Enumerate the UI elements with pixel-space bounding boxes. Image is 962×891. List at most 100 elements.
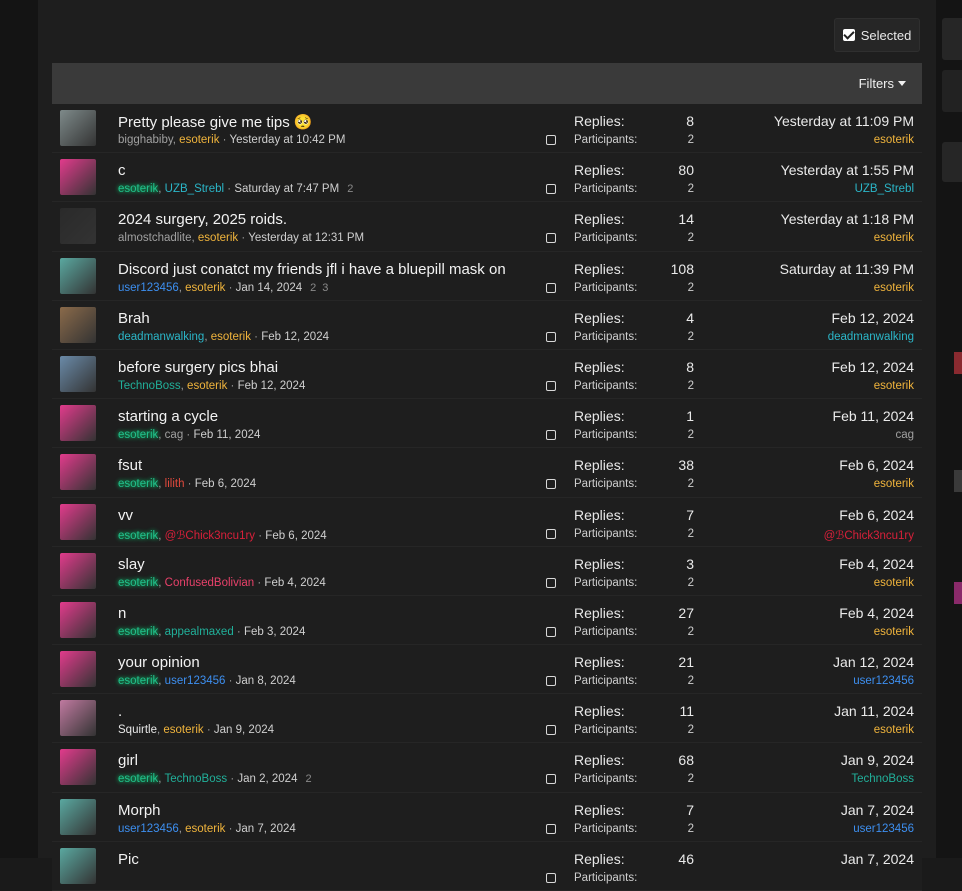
thread-title[interactable]: vv	[118, 507, 133, 524]
participant-username[interactable]: esoterik	[163, 724, 203, 736]
avatar[interactable]	[60, 454, 96, 491]
thread-title[interactable]: girl	[118, 752, 138, 769]
thread-date[interactable]: Feb 12, 2024	[238, 380, 306, 392]
thread-row[interactable]: your opinion esoterik, user123456 · Jan 8…	[52, 645, 922, 695]
last-post-username[interactable]: @ℬChick3ncu1ry	[824, 528, 914, 542]
thread-date[interactable]: Feb 6, 2024	[265, 530, 326, 542]
participant-username[interactable]: esoterik	[185, 282, 225, 294]
avatar[interactable]	[60, 651, 96, 688]
starter-username[interactable]: user123456	[118, 823, 179, 835]
last-post-date[interactable]: Yesterday at 1:55 PM	[781, 162, 914, 178]
thread-date[interactable]: Yesterday at 10:42 PM	[229, 134, 345, 146]
thread-date[interactable]: Feb 11, 2024	[193, 429, 260, 441]
thread-row[interactable]: n esoterik, appealmaxed · Feb 3, 2024 Repl…	[52, 595, 922, 646]
last-post-date[interactable]: Feb 12, 2024	[831, 310, 914, 326]
last-post-username[interactable]: esoterik	[874, 134, 914, 146]
last-post-date[interactable]: Feb 11, 2024	[833, 408, 914, 424]
thread-date[interactable]: Saturday at 7:47 PM	[234, 183, 339, 195]
last-post-date[interactable]: Feb 4, 2024	[839, 605, 914, 621]
thread-row[interactable]: fsut esoterik, lilith · Feb 6, 2024 Replie…	[52, 448, 922, 498]
select-checkbox[interactable]	[546, 725, 556, 736]
avatar[interactable]	[60, 159, 96, 196]
last-post-date[interactable]: Jan 7, 2024	[841, 851, 914, 867]
participant-username[interactable]: ConfusedBolivian	[165, 577, 255, 589]
thread-date[interactable]: Jan 14, 2024	[236, 282, 303, 294]
participant-username[interactable]: esoterik	[187, 380, 227, 392]
thread-row[interactable]: c esoterik, UZB_Strebl · Saturday at 7:47…	[52, 153, 922, 203]
select-checkbox[interactable]	[546, 233, 556, 244]
last-post-username[interactable]: user123456	[853, 675, 914, 687]
last-post-username[interactable]: esoterik	[874, 282, 914, 294]
thread-date[interactable]: Feb 12, 2024	[261, 331, 329, 343]
starter-username[interactable]: Squirtle	[118, 724, 157, 736]
participant-username[interactable]: esoterik	[179, 134, 219, 146]
last-post-date[interactable]: Yesterday at 1:18 PM	[781, 211, 914, 227]
page-link[interactable]: 3	[322, 282, 328, 294]
participant-username[interactable]: appealmaxed	[165, 626, 234, 638]
last-post-date[interactable]: Saturday at 11:39 PM	[780, 261, 914, 277]
avatar[interactable]	[60, 355, 96, 392]
starter-username[interactable]: esoterik	[118, 675, 158, 687]
thread-title[interactable]: c	[118, 162, 126, 179]
thread-row[interactable]: Brah deadmanwalking, esoterik · Feb 12, 2…	[52, 300, 922, 350]
thread-date[interactable]: Feb 4, 2024	[264, 577, 325, 589]
select-checkbox[interactable]	[546, 626, 556, 637]
thread-row[interactable]: Discord just conatct my friends jfl i ha…	[52, 251, 922, 301]
thread-row[interactable]: Pic Replies: 46 Participants: Jan 7, 2024	[52, 841, 922, 891]
starter-username[interactable]: deadmanwalking	[118, 331, 204, 343]
last-post-date[interactable]: Feb 4, 2024	[839, 556, 914, 572]
starter-username[interactable]: esoterik	[118, 429, 158, 441]
participant-username[interactable]: esoterik	[198, 232, 238, 244]
select-checkbox[interactable]	[546, 282, 556, 293]
participant-username[interactable]: esoterik	[211, 331, 251, 343]
thread-date[interactable]: Feb 6, 2024	[195, 478, 256, 490]
last-post-username[interactable]: esoterik	[874, 724, 914, 736]
select-checkbox[interactable]	[546, 135, 556, 145]
avatar[interactable]	[60, 552, 96, 589]
participant-username[interactable]: cag	[165, 429, 184, 441]
thread-date[interactable]: Yesterday at 12:31 PM	[248, 232, 364, 244]
thread-row[interactable]: before surgery pics bhai TechnoBoss, esot…	[52, 349, 922, 400]
select-checkbox[interactable]	[546, 577, 556, 588]
thread-row[interactable]: girl esoterik, TechnoBoss · Jan 2, 2024 2 R…	[52, 743, 922, 793]
thread-title[interactable]: slay	[118, 556, 145, 573]
starter-username[interactable]: esoterik	[118, 478, 158, 490]
thread-title[interactable]: your opinion	[118, 654, 200, 671]
avatar[interactable]	[60, 110, 96, 146]
starter-username[interactable]: TechnoBoss	[118, 380, 181, 392]
last-post-date[interactable]: Jan 7, 2024	[841, 802, 914, 818]
thread-title[interactable]: Discord just conatct my friends jfl i ha…	[118, 261, 506, 278]
thread-title[interactable]: starting a cycle	[118, 408, 218, 425]
last-post-date[interactable]: Feb 6, 2024	[839, 457, 914, 473]
thread-row[interactable]: vv esoterik, @ℬChick3ncu1ry · Feb 6, 2024…	[52, 497, 922, 547]
last-post-username[interactable]: esoterik	[874, 577, 914, 589]
last-post-date[interactable]: Jan 9, 2024	[841, 752, 914, 768]
participant-username[interactable]: UZB_Strebl	[165, 183, 224, 195]
last-post-username[interactable]: user123456	[853, 823, 914, 835]
starter-username[interactable]: esoterik	[118, 183, 158, 195]
thread-row[interactable]: Pretty please give me tips 🥺 bigghabiby, …	[52, 104, 922, 154]
starter-username[interactable]: user123456	[118, 282, 179, 294]
last-post-username[interactable]: esoterik	[874, 478, 914, 490]
starter-username[interactable]: esoterik	[118, 773, 158, 785]
participant-username[interactable]: esoterik	[185, 823, 225, 835]
participant-username[interactable]: TechnoBoss	[164, 773, 227, 785]
last-post-username[interactable]: UZB_Strebl	[855, 183, 914, 195]
avatar[interactable]	[60, 208, 96, 245]
avatar[interactable]	[60, 405, 96, 442]
thread-title[interactable]: Pretty please give me tips 🥺	[118, 113, 313, 131]
last-post-date[interactable]: Yesterday at 11:09 PM	[774, 113, 914, 129]
select-checkbox[interactable]	[546, 380, 556, 391]
last-post-date[interactable]: Jan 11, 2024	[834, 703, 914, 719]
page-link[interactable]: 2	[310, 282, 316, 294]
select-checkbox[interactable]	[546, 479, 556, 490]
avatar[interactable]	[60, 257, 96, 294]
thread-title[interactable]: fsut	[118, 457, 142, 474]
thread-date[interactable]: Jan 8, 2024	[236, 675, 296, 687]
avatar[interactable]	[60, 306, 96, 343]
starter-username[interactable]: esoterik	[118, 530, 158, 542]
select-checkbox[interactable]	[546, 823, 556, 834]
thread-date[interactable]: Jan 9, 2024	[214, 724, 274, 736]
last-post-date[interactable]: Jan 12, 2024	[833, 654, 914, 670]
thread-title[interactable]: Morph	[118, 802, 161, 819]
